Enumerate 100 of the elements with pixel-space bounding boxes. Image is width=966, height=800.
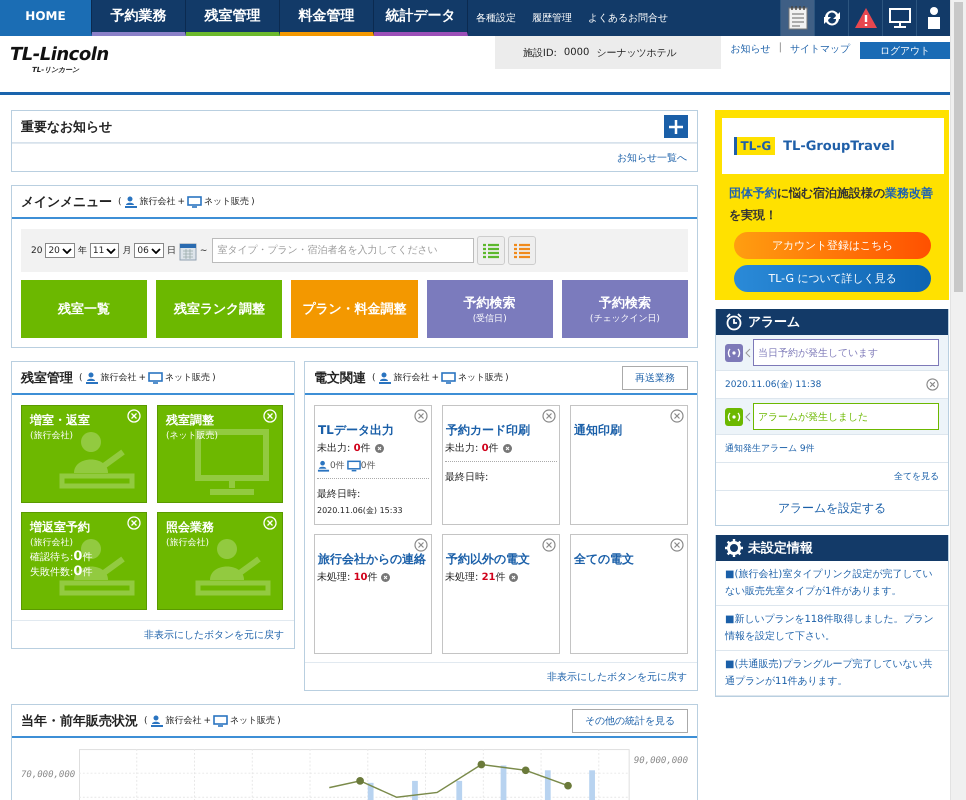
message-card[interactable]: 旅行会社からの連絡 未処理: 10件	[314, 534, 432, 654]
logo-text[interactable]: TL-Lincoln	[10, 44, 495, 65]
scope-paren: (	[118, 196, 122, 206]
scrollbar[interactable]	[950, 0, 966, 800]
alarm-message[interactable]: 当日予約が発生しています	[753, 339, 939, 366]
close-icon[interactable]	[542, 409, 556, 423]
clear-icon[interactable]	[374, 444, 384, 452]
search-field[interactable]: 室タイプ・プラン・宿泊者名を入力してください	[212, 238, 474, 263]
nav-link[interactable]: よくあるお問合せ	[580, 0, 676, 36]
range-tilde: ~	[200, 246, 208, 256]
channel-count: 0件	[360, 460, 376, 472]
close-icon[interactable]	[670, 538, 684, 552]
close-icon[interactable]	[670, 409, 684, 423]
scope-label: ネット販売	[458, 372, 504, 384]
message-card[interactable]: 通知印刷	[570, 405, 688, 525]
alarm-time: 2020.11.06(金) 11:38	[725, 378, 822, 391]
facility-id: 0000	[564, 47, 590, 58]
notice-list-link[interactable]: お知らせ一覧へ	[617, 153, 687, 164]
plus-icon[interactable]	[664, 115, 688, 138]
notepad-icon[interactable]	[780, 0, 814, 36]
header-link[interactable]: サイトマップ	[790, 42, 850, 56]
logout-button[interactable]: ログアウト	[860, 42, 950, 59]
scope-paren: )	[277, 716, 281, 726]
card-title: 予約カード印刷	[445, 422, 531, 439]
status-count: 未処理: 10件	[317, 570, 378, 584]
unset-info-link[interactable]: ■(旅行会社)室タイプリンク設定が完了していない販売先室タイプが1件があります。	[725, 566, 939, 600]
see-all-link[interactable]: 全てを見る	[894, 470, 939, 483]
list-icon	[482, 242, 500, 258]
panel-title: 電文関連	[314, 370, 366, 386]
alarm-settings-link[interactable]: アラームを設定する	[778, 500, 886, 516]
card-title: 旅行会社からの連絡	[317, 551, 427, 568]
tile-title: 照会業務	[166, 519, 214, 536]
unset-info-link[interactable]: ■(共通販売)プラングループ完了していない共通プランが11件あります。	[725, 656, 939, 690]
list-view-button[interactable]	[508, 236, 536, 265]
nav-tab[interactable]: 統計データ	[374, 0, 468, 36]
scope-paren: )	[212, 372, 216, 382]
message-card[interactable]: TLデータ出力 未出力: 0件 0件 0件 最終日時: 2020.11.06(金) 15:33	[314, 405, 432, 525]
scope-paren: (	[144, 716, 148, 726]
close-icon[interactable]	[414, 538, 428, 552]
nav-link[interactable]: 各種設定	[468, 0, 524, 36]
person-icon	[150, 714, 164, 726]
axis-label: 70,000,000	[21, 769, 76, 780]
monitor-icon	[187, 196, 202, 208]
year-select[interactable]: 20	[45, 243, 75, 258]
scope-paren: )	[505, 372, 509, 382]
facility-name: シーナッツホテル	[596, 46, 676, 60]
panel-title: 重要なお知らせ	[21, 118, 112, 136]
caret-icon	[106, 248, 116, 254]
monitor-icon	[192, 428, 272, 498]
nav-tab[interactable]: 残室管理	[186, 0, 280, 36]
unset-info-link[interactable]: ■新しいプランを118件取得しました。プラン情報を設定して下さい。	[725, 611, 939, 645]
close-icon[interactable]	[414, 409, 428, 423]
clear-icon[interactable]	[502, 444, 512, 452]
tile-title: 増室・返室	[30, 412, 90, 429]
tile-subtitle: (旅行会社)	[166, 536, 210, 549]
message-card[interactable]: 全ての電文	[570, 534, 688, 654]
nav-tab[interactable]: HOME	[0, 0, 92, 36]
chart-bar	[589, 770, 596, 800]
nav-tab[interactable]: 料金管理	[280, 0, 374, 36]
resend-button[interactable]: 再送業務	[622, 366, 688, 390]
nav-link[interactable]: 履歴管理	[524, 0, 580, 36]
promo-banner[interactable]: TL-G TL-GroupTravel 団体予約に悩む宿泊施設様の業務改善を実現！ アカウント登録はこちら TL-G について詳しく見る	[715, 110, 949, 300]
menu-button[interactable]: 予約検索 (チェックイン日)	[562, 280, 688, 338]
card-title: 通知印刷	[573, 422, 623, 439]
alarm-count-link[interactable]: 通知発生アラーム 9件	[725, 442, 815, 455]
scope-label: 旅行会社	[166, 714, 202, 727]
scope-paren: (	[372, 372, 376, 382]
channel-count: 0件	[330, 460, 345, 472]
details-button[interactable]: TL-G について詳しく見る	[734, 265, 931, 292]
chart-point	[522, 766, 530, 774]
message-card[interactable]: 予約以外の電文 未処理: 21件	[442, 534, 560, 654]
close-icon[interactable]	[542, 538, 556, 552]
last-date-label: 最終日時:	[317, 488, 362, 501]
panel-title: 未設定情報	[748, 540, 813, 557]
nav-tab[interactable]: 予約業務	[92, 0, 186, 36]
tile-title: 増返室予約	[30, 519, 90, 536]
panel-title: 残室管理	[21, 370, 73, 386]
month-select[interactable]: 11	[90, 243, 120, 258]
more-stats-button[interactable]: その他の統計を見る	[572, 708, 688, 732]
scope-label: 旅行会社	[140, 196, 176, 208]
close-icon[interactable]	[926, 378, 939, 391]
list-view-button[interactable]	[477, 236, 506, 265]
logo-mark: TL-G	[734, 137, 776, 155]
clear-icon[interactable]	[509, 572, 518, 582]
day-select[interactable]: 06	[134, 243, 164, 258]
monitor-icon	[213, 714, 228, 726]
clear-icon[interactable]	[381, 572, 390, 582]
last-date-value: 2020.11.06(金) 15:33	[317, 505, 404, 516]
restore-link[interactable]: 非表示にしたボタンを元に戻す	[144, 630, 284, 641]
tile-count: 失敗件数:0件	[30, 564, 94, 579]
banner-headline: 団体予約に悩む宿泊施設様の業務改善を実現！	[728, 185, 934, 224]
signal-icon	[725, 408, 743, 426]
calendar-icon[interactable]	[178, 240, 197, 260]
card-title: 予約以外の電文	[445, 551, 531, 568]
message-card[interactable]: 予約カード印刷 未出力: 0件 最終日時:	[442, 405, 560, 525]
monitor-icon	[346, 460, 361, 472]
restore-link[interactable]: 非表示にしたボタンを元に戻す	[547, 672, 687, 683]
header-link[interactable]: お知らせ	[730, 42, 771, 56]
menu-button[interactable]: 予約検索 (受信日)	[426, 280, 553, 338]
person-icon	[317, 460, 330, 472]
